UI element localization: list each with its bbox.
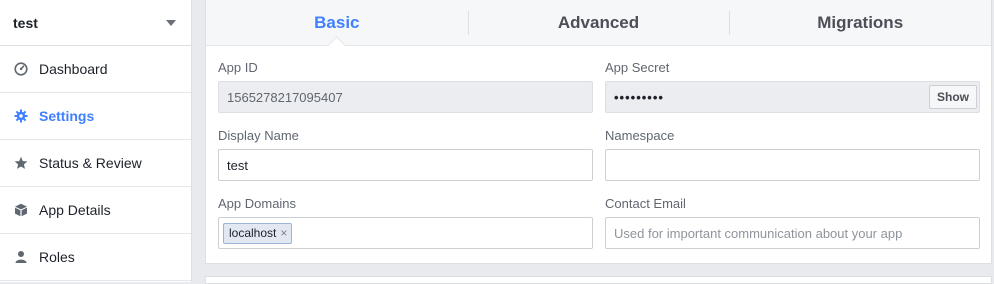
sidebar-item-roles[interactable]: Roles bbox=[0, 234, 191, 281]
tab-basic[interactable]: Basic bbox=[206, 0, 468, 45]
sidebar-item-settings[interactable]: Settings bbox=[0, 93, 191, 140]
contact-email-group: Contact Email Used for important communi… bbox=[605, 196, 980, 249]
sidebar: test Dashboard Settings Status & Review … bbox=[0, 0, 192, 282]
app-domains-label: App Domains bbox=[218, 196, 297, 211]
contact-email-field[interactable]: Used for important communication about y… bbox=[605, 217, 980, 249]
dashboard-icon bbox=[13, 61, 29, 77]
tab-bar: Basic Advanced Migrations bbox=[206, 0, 991, 46]
sidebar-item-label: Dashboard bbox=[39, 61, 108, 77]
person-icon bbox=[13, 249, 29, 265]
domain-token: localhost × bbox=[223, 222, 293, 244]
display-name-label: Display Name bbox=[218, 128, 299, 143]
domain-token-label: localhost bbox=[229, 226, 277, 240]
sidebar-item-app-details[interactable]: App Details bbox=[0, 187, 191, 234]
remove-token-icon[interactable]: × bbox=[280, 226, 287, 240]
tab-migrations[interactable]: Migrations bbox=[729, 0, 991, 45]
sidebar-item-label: Status & Review bbox=[39, 155, 142, 171]
sidebar-item-dashboard[interactable]: Dashboard bbox=[0, 46, 191, 93]
basic-settings-form: App ID 1565278217095407 App Secret •••••… bbox=[206, 46, 991, 249]
tab-advanced[interactable]: Advanced bbox=[467, 0, 730, 45]
app-id-label: App ID bbox=[218, 60, 258, 75]
app-domains-group: App Domains localhost × bbox=[218, 196, 593, 249]
display-name-group: Display Name test bbox=[218, 128, 593, 181]
app-selector[interactable]: test bbox=[0, 0, 191, 46]
star-icon bbox=[13, 155, 29, 171]
sidebar-item-label: App Details bbox=[39, 202, 111, 218]
sidebar-item-status-review[interactable]: Status & Review bbox=[0, 140, 191, 187]
app-id-group: App ID 1565278217095407 bbox=[218, 60, 593, 113]
show-secret-button[interactable]: Show bbox=[929, 85, 977, 109]
app-name: test bbox=[13, 14, 38, 31]
app-secret-group: App Secret ••••••••• Show bbox=[605, 60, 980, 113]
namespace-group: Namespace bbox=[605, 128, 980, 181]
app-secret-label: App Secret bbox=[605, 60, 670, 75]
sidebar-item-label: Roles bbox=[39, 249, 75, 265]
contact-email-label: Contact Email bbox=[605, 196, 686, 211]
next-panel-edge bbox=[205, 276, 992, 284]
display-name-field[interactable]: test bbox=[218, 149, 593, 181]
app-secret-value: ••••••••• bbox=[614, 89, 664, 105]
cube-icon bbox=[13, 202, 29, 218]
gear-icon bbox=[13, 108, 29, 124]
namespace-label: Namespace bbox=[605, 128, 675, 143]
app-domains-field[interactable]: localhost × bbox=[218, 217, 593, 249]
settings-panel: Basic Advanced Migrations App ID 1565278… bbox=[205, 0, 992, 264]
app-secret-field[interactable]: ••••••••• Show bbox=[605, 81, 980, 113]
chevron-down-icon bbox=[166, 19, 176, 26]
namespace-field[interactable] bbox=[605, 149, 980, 181]
app-id-field[interactable]: 1565278217095407 bbox=[218, 81, 593, 113]
sidebar-item-label: Settings bbox=[39, 108, 95, 124]
